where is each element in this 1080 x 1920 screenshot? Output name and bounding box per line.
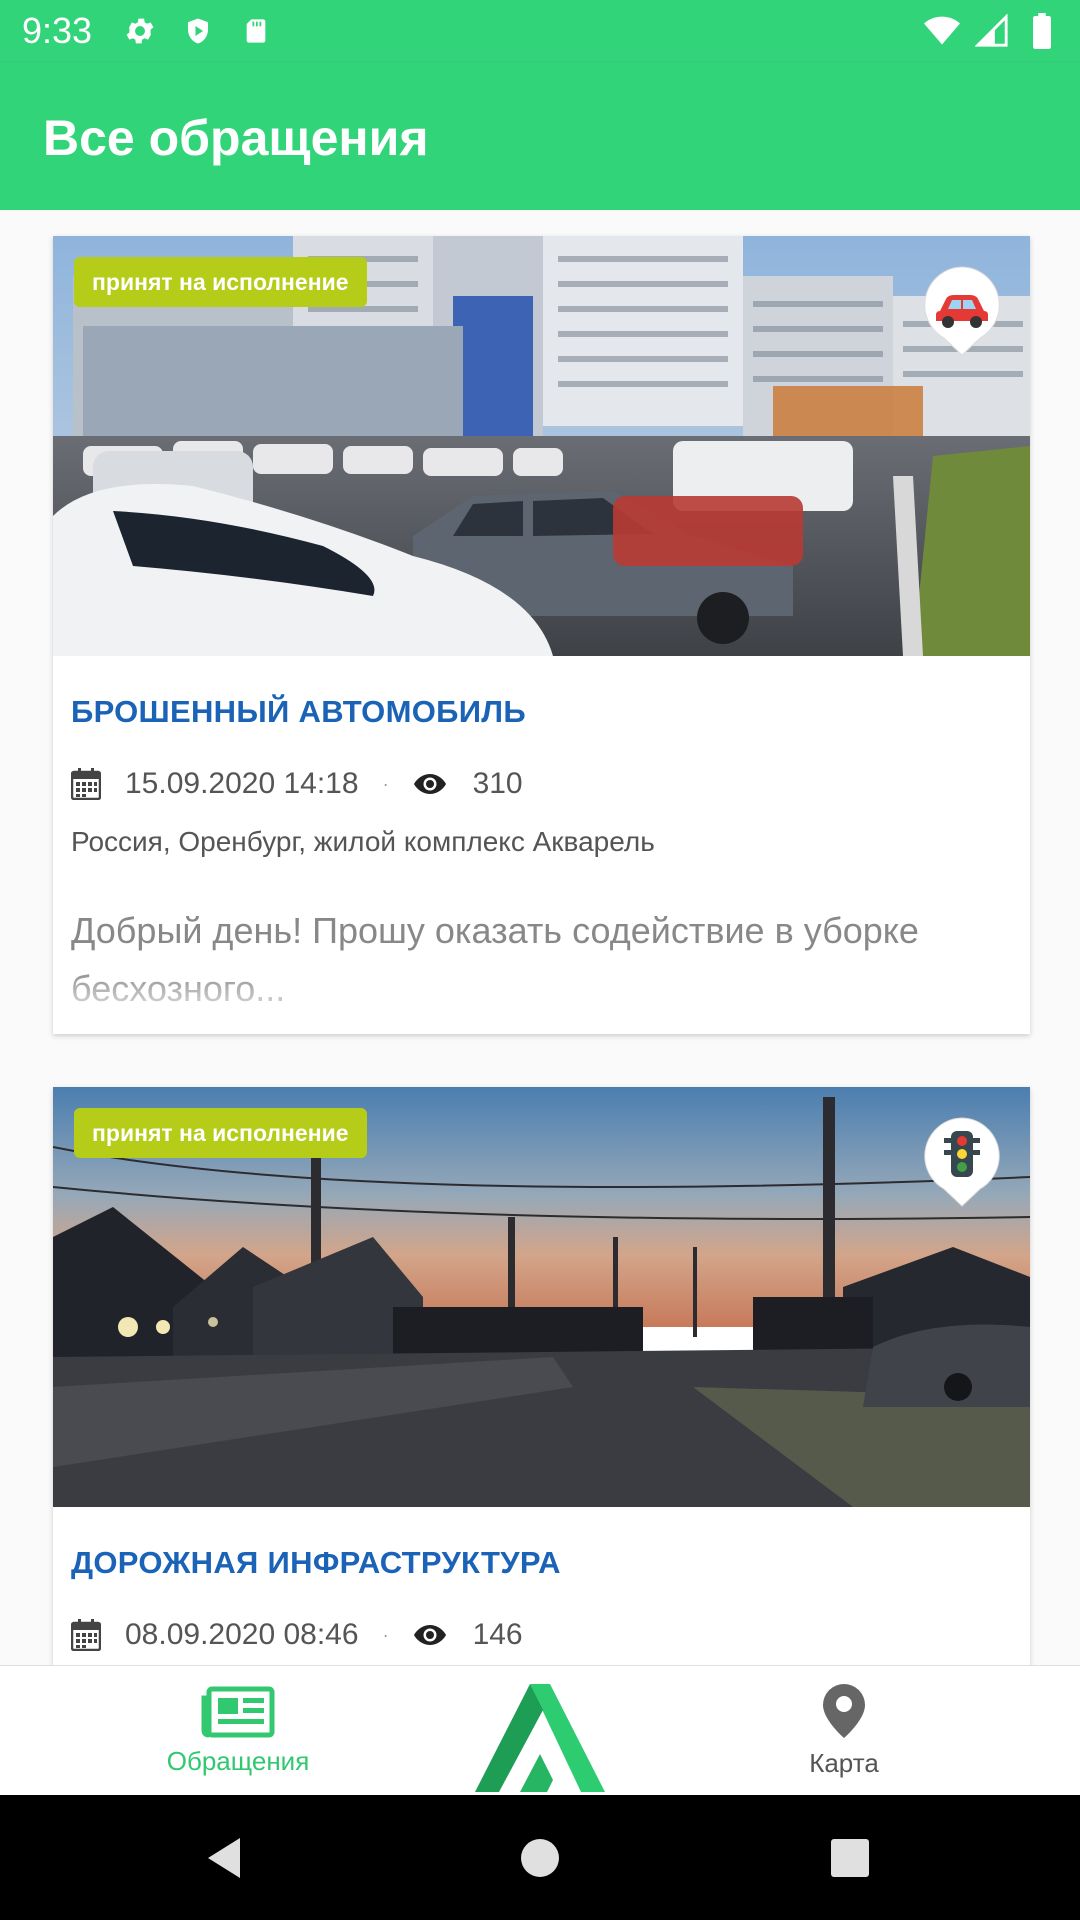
newspaper-icon <box>201 1686 275 1738</box>
traffic-light-icon <box>924 1117 1000 1207</box>
signal-icon <box>974 12 1010 50</box>
appeal-address: Россия, Оренбург, жилой комплекс Акварел… <box>71 826 655 857</box>
battery-icon <box>1024 12 1060 50</box>
car-icon <box>924 266 1000 356</box>
appeal-date: 15.09.2020 14:18 <box>125 767 359 800</box>
home-icon[interactable] <box>515 1833 565 1883</box>
appeal-views: 310 <box>472 767 523 800</box>
nav-appeals[interactable]: Обращения <box>138 1666 338 1796</box>
page-title: Все обращения <box>43 110 429 166</box>
gear-icon <box>122 12 158 50</box>
appeal-views: 146 <box>472 1618 523 1651</box>
nav-map[interactable]: Карта <box>744 1666 944 1796</box>
app-logo-icon[interactable] <box>475 1684 605 1796</box>
meta-separator: · <box>382 773 389 794</box>
appeal-title[interactable]: БРОШЕННЫЙ АВТОМОБИЛЬ <box>71 656 1012 730</box>
app-bar: Все обращения <box>0 63 1080 210</box>
shield-icon <box>180 12 216 50</box>
nav-map-label: Карта <box>809 1748 879 1778</box>
appeal-card[interactable]: принят на исполнение ДОРОЖНАЯ ИНФРАСТРУК… <box>53 1087 1030 1665</box>
appeal-date: 08.09.2020 08:46 <box>125 1618 359 1651</box>
sdcard-icon <box>238 12 274 50</box>
status-badge: принят на исполнение <box>74 257 367 307</box>
calendar-icon <box>71 768 101 800</box>
calendar-icon <box>71 1619 101 1651</box>
system-navigation-bar <box>0 1795 1080 1920</box>
status-bar: 9:33 <box>0 0 1080 63</box>
recents-icon[interactable] <box>825 1833 875 1883</box>
meta-separator: · <box>382 1624 389 1645</box>
location-pin-icon <box>823 1684 865 1738</box>
appeal-photo[interactable]: принят на исполнение <box>53 236 1030 656</box>
appeal-meta: 15.09.2020 14:18 · 310 <box>71 764 1012 804</box>
back-icon[interactable] <box>200 1833 250 1883</box>
appeal-title[interactable]: ДОРОЖНАЯ ИНФРАСТРУКТУРА <box>71 1507 1012 1581</box>
status-badge: принят на исполнение <box>74 1108 367 1158</box>
nav-appeals-label: Обращения <box>166 1746 310 1776</box>
bottom-navigation: Обращения Карта <box>0 1665 1080 1795</box>
wifi-icon <box>924 12 960 50</box>
appeals-list[interactable]: принят на исполнение БРОШЕННЫЙ АВТОМОБИЛ… <box>0 210 1080 1665</box>
appeal-description: Добрый день! Прошу оказать содействие в … <box>71 902 1012 1018</box>
appeal-photo[interactable]: принят на исполнение <box>53 1087 1030 1507</box>
status-time: 9:33 <box>22 10 93 51</box>
eye-icon <box>413 774 446 794</box>
appeal-meta: 08.09.2020 08:46 · 146 <box>71 1615 1012 1655</box>
appeal-card[interactable]: принят на исполнение БРОШЕННЫЙ АВТОМОБИЛ… <box>53 236 1030 1034</box>
eye-icon <box>413 1625 446 1645</box>
